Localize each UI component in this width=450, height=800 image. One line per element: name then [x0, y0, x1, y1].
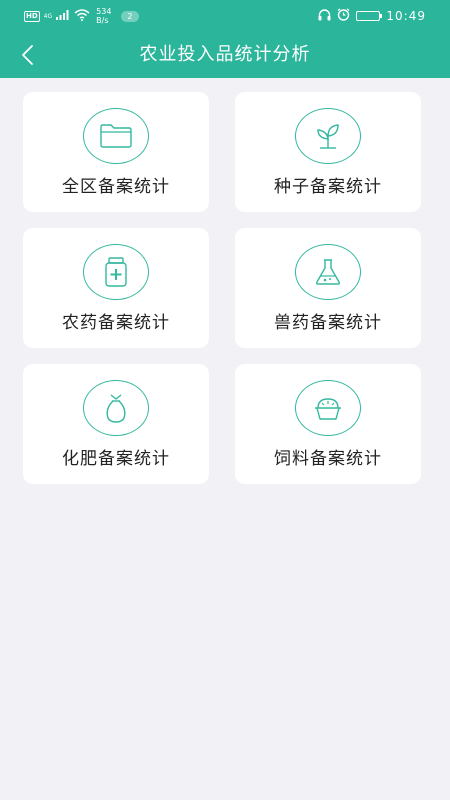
app-header: 农业投入品统计分析: [0, 32, 450, 78]
menu-card-feed-registration[interactable]: 饲料备案统计: [235, 364, 421, 484]
hd-indicator: HD: [24, 10, 40, 22]
network-speed: 534 B/s: [96, 7, 111, 25]
flask-icon: [295, 244, 361, 300]
battery-icon: [356, 11, 383, 21]
menu-card-veterinary-drug-registration[interactable]: 兽药备案统计: [235, 228, 421, 348]
status-bar: HD 4G 534 B/s 2 10:49: [0, 0, 450, 32]
alarm-icon: [337, 8, 350, 24]
menu-card-label: 化肥备案统计: [62, 449, 170, 469]
menu-card-label: 全区备案统计: [62, 177, 170, 197]
notification-badge: 2: [121, 10, 139, 22]
speed-unit: B/s: [96, 16, 109, 25]
menu-card-label: 饲料备案统计: [274, 449, 382, 469]
folder-icon: [83, 108, 149, 164]
fertilizer-bag-icon: [83, 380, 149, 436]
feed-bowl-icon: [295, 380, 361, 436]
menu-card-label: 兽药备案统计: [274, 313, 382, 333]
clock: 10:49: [386, 9, 426, 23]
menu-card-label: 农药备案统计: [62, 313, 170, 333]
status-right: 10:49: [318, 6, 426, 26]
sprout-icon: [295, 108, 361, 164]
status-left: HD 4G 534 B/s 2: [24, 6, 139, 26]
speed-value: 534: [96, 7, 112, 16]
wifi-icon: [74, 8, 90, 24]
headphones-icon: [318, 8, 331, 24]
menu-card-fertilizer-registration[interactable]: 化肥备案统计: [23, 364, 209, 484]
menu-card-label: 种子备案统计: [274, 177, 382, 197]
network-type: 4G: [43, 12, 53, 20]
menu-card-district-registration[interactable]: 全区备案统计: [23, 92, 209, 212]
menu-card-pesticide-registration[interactable]: 农药备案统计: [23, 228, 209, 348]
page-title: 农业投入品统计分析: [139, 44, 311, 65]
medicine-bottle-icon: [83, 244, 149, 300]
menu-card-seed-registration[interactable]: 种子备案统计: [235, 92, 421, 212]
signal-icon: [56, 9, 70, 23]
